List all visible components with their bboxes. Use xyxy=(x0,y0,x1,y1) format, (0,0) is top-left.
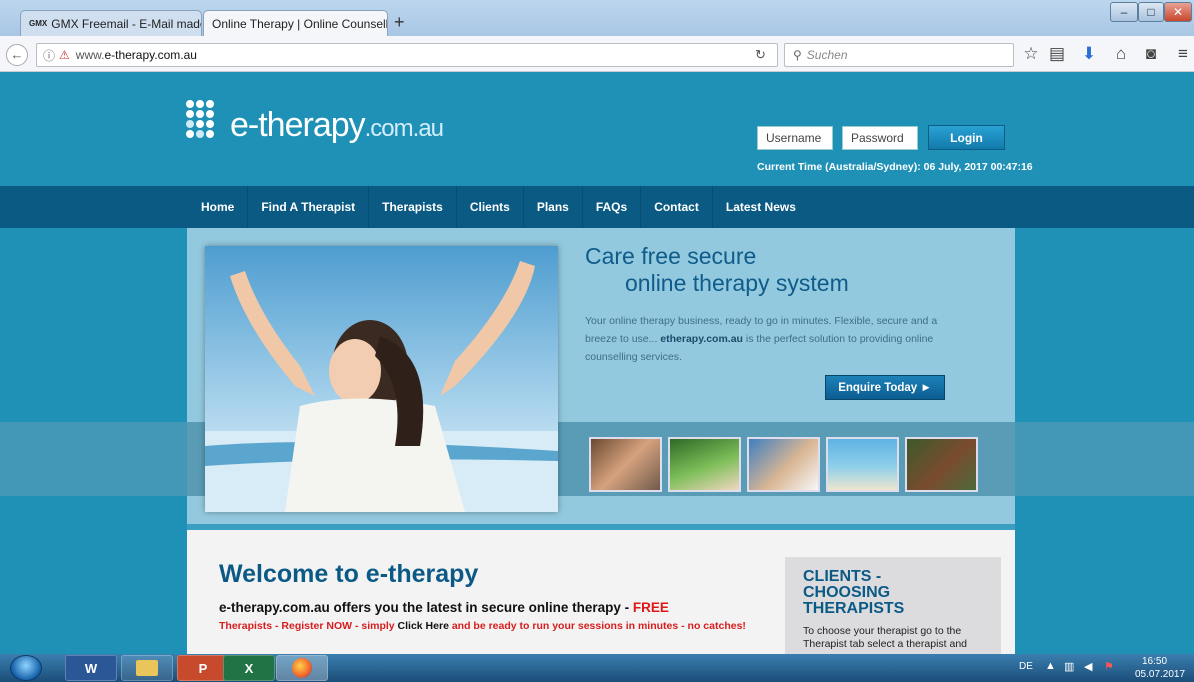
sidebox-heading: CLIENTS - CHOOSING THERAPISTS xyxy=(803,568,905,617)
volume-icon[interactable]: ◀ xyxy=(1084,660,1092,673)
url-host: e-therapy.com.au xyxy=(104,48,197,62)
offers-main: e-therapy.com.au offers you the latest i… xyxy=(219,600,633,615)
sidebox-text: To choose your therapist go to the Thera… xyxy=(803,625,968,650)
thumbnail-relaxing-woman[interactable] xyxy=(668,437,741,492)
firefox-taskbar-icon[interactable] xyxy=(276,655,328,681)
clock-date[interactable]: 05.07.2017 xyxy=(1135,669,1185,680)
excel-taskbar-icon[interactable]: X xyxy=(223,655,275,681)
action-center-flag-icon[interactable]: ⚑ xyxy=(1104,660,1114,673)
login-button[interactable]: Login xyxy=(928,125,1005,150)
hero-headline-1: Care free secure xyxy=(585,243,757,269)
network-icon[interactable]: ▥ xyxy=(1064,660,1074,673)
explorer-taskbar-icon[interactable] xyxy=(121,655,173,681)
tab-online-therapy[interactable]: Online Therapy | Online Counsell × xyxy=(203,10,388,36)
bookmark-star-icon[interactable]: ☆ xyxy=(1020,44,1042,64)
close-window-button[interactable]: ✕ xyxy=(1164,2,1192,22)
insecure-lock-icon: ⚠ xyxy=(59,48,70,62)
thumbnail-happy-couple[interactable] xyxy=(747,437,820,492)
logo-dots-icon xyxy=(186,100,214,138)
thumbnail-bears[interactable] xyxy=(905,437,978,492)
search-icon: ⚲ xyxy=(793,48,802,62)
pocket-icon[interactable]: ◙ xyxy=(1140,44,1162,64)
menu-icon[interactable]: ≡ xyxy=(1172,44,1194,64)
new-tab-button[interactable]: + xyxy=(394,12,405,33)
offers-text: e-therapy.com.au offers you the latest i… xyxy=(219,600,669,615)
nav-find-a-therapist[interactable]: Find A Therapist xyxy=(248,186,370,228)
minimize-button[interactable]: – xyxy=(1110,2,1138,22)
logo-sub: .com.au xyxy=(364,115,444,142)
thumbnail-beach[interactable] xyxy=(826,437,899,492)
current-time: Current Time (Australia/Sydney): 06 July… xyxy=(757,161,1033,173)
username-input[interactable]: Username xyxy=(757,126,833,150)
nav-plans[interactable]: Plans xyxy=(524,186,583,228)
logo-main: e-therapy xyxy=(230,106,366,144)
offers-free: FREE xyxy=(632,600,669,615)
nav-clients[interactable]: Clients xyxy=(457,186,524,228)
url-bar[interactable]: ⓘ ⚠ www. e-therapy.com.au xyxy=(36,43,778,67)
nav-contact[interactable]: Contact xyxy=(641,186,713,228)
show-hidden-icons-icon[interactable]: ▲ xyxy=(1045,660,1056,672)
url-prefix: www. xyxy=(75,48,105,62)
language-indicator[interactable]: DE xyxy=(1019,661,1033,672)
register-1: Therapists - Register NOW - simply xyxy=(219,620,398,632)
hero-headline-2: online therapy system xyxy=(625,270,849,296)
reading-list-icon[interactable]: ▤ xyxy=(1046,44,1068,64)
powerpoint-taskbar-icon[interactable]: P xyxy=(177,655,229,681)
tab-label: Online Therapy | Online Counsell xyxy=(212,16,388,31)
home-icon[interactable]: ⌂ xyxy=(1110,44,1132,64)
nav-latest-news[interactable]: Latest News xyxy=(713,186,809,228)
hero-text-bold: etherapy.com.au xyxy=(660,333,743,345)
register-text: Therapists - Register NOW - simply Click… xyxy=(219,620,746,632)
back-icon[interactable]: ← xyxy=(6,44,28,66)
nav-therapists[interactable]: Therapists xyxy=(369,186,457,228)
site-logo[interactable]: e-therapy.com.au xyxy=(230,106,444,145)
maximize-button[interactable]: □ xyxy=(1138,2,1164,22)
welcome-title: Welcome to e-therapy xyxy=(219,560,479,588)
nav-home[interactable]: Home xyxy=(188,186,249,228)
thumbnail-couple[interactable] xyxy=(589,437,662,492)
main-nav: Home Find A Therapist Therapists Clients… xyxy=(0,186,1194,228)
clock-time[interactable]: 16:50 xyxy=(1142,656,1167,667)
word-taskbar-icon[interactable]: W xyxy=(65,655,117,681)
reload-icon[interactable]: ↻ xyxy=(755,47,766,63)
tab-label: GMX Freemail - E-Mail made xyxy=(51,16,202,31)
windows-start-icon[interactable] xyxy=(10,655,42,681)
search-placeholder: Suchen xyxy=(806,48,848,62)
info-icon[interactable]: ⓘ xyxy=(43,47,55,64)
register-2: and be ready to run your sessions in min… xyxy=(448,620,746,632)
download-icon[interactable]: ⬇ xyxy=(1078,44,1100,64)
enquire-today-button[interactable]: Enquire Today ► xyxy=(825,375,945,400)
search-input[interactable]: ⚲ Suchen xyxy=(784,43,1014,67)
nav-faqs[interactable]: FAQs xyxy=(583,186,642,228)
password-input[interactable]: Password xyxy=(842,126,918,150)
gmx-favicon-icon: GMX xyxy=(29,19,48,28)
hero-image xyxy=(205,246,558,512)
click-here-link[interactable]: Click Here xyxy=(398,620,449,632)
tab-gmx[interactable]: GMX GMX Freemail - E-Mail made × xyxy=(20,10,202,36)
hero-description: Your online therapy business, ready to g… xyxy=(585,312,947,366)
